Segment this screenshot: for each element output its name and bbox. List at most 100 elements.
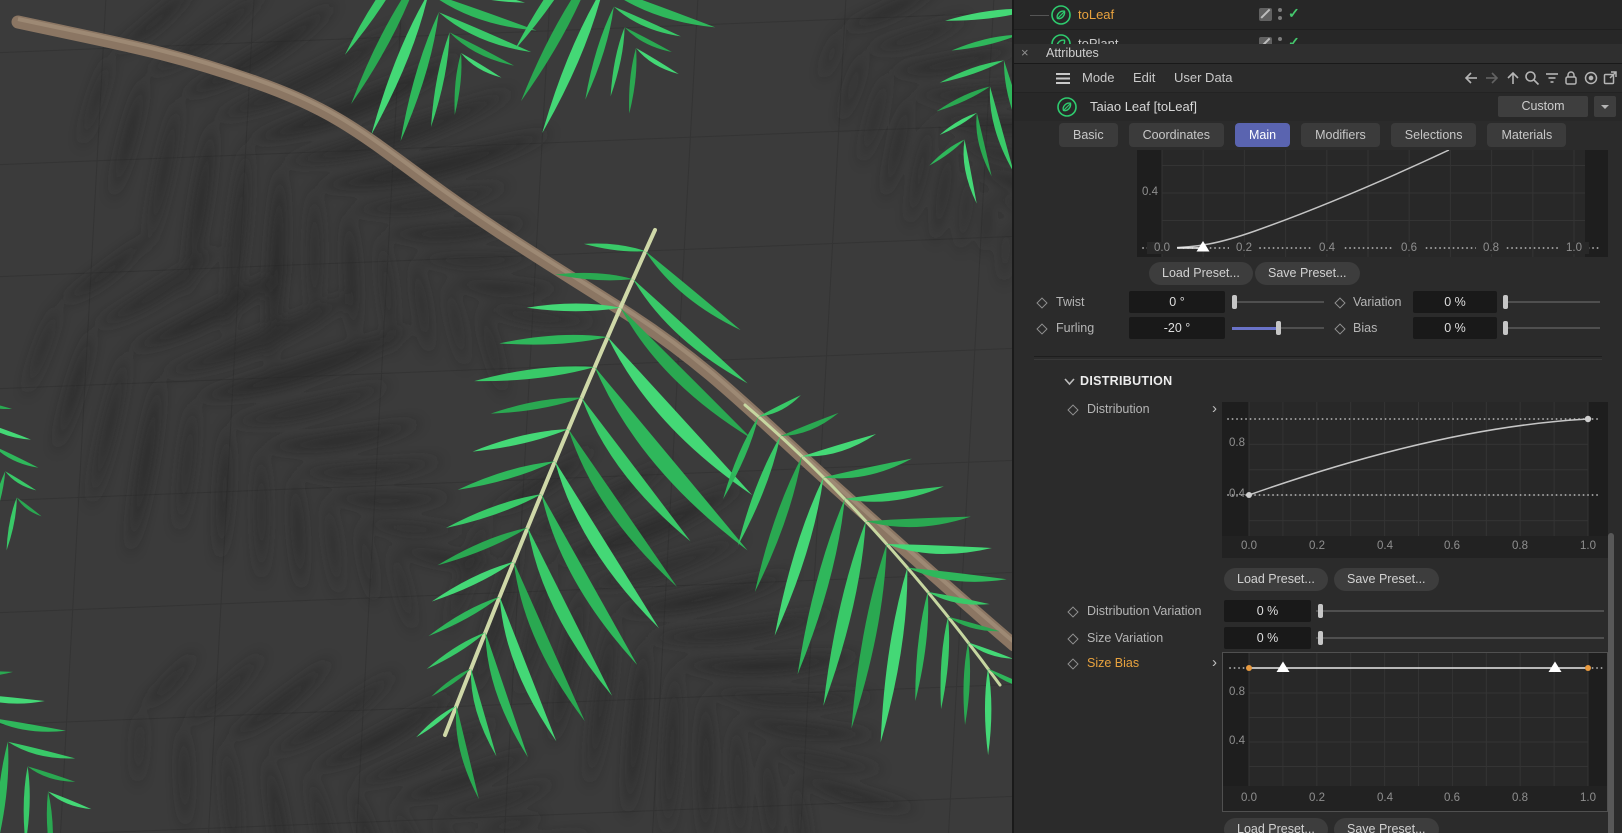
menu-mode[interactable]: Mode [1082, 70, 1115, 85]
section-title: DISTRIBUTION [1080, 374, 1173, 388]
preset-dropdown-arrow[interactable] [1594, 96, 1616, 117]
preset-dropdown[interactable]: Custom [1498, 96, 1588, 117]
distribution-variation-slider[interactable] [1316, 600, 1604, 622]
size-variation-slider[interactable] [1316, 627, 1604, 649]
x-tick: 0.2 [1309, 540, 1325, 552]
tab-coordinates[interactable]: Coordinates [1128, 123, 1224, 147]
enabled-checkmark-icon[interactable]: ✓ [1288, 5, 1300, 22]
distribution-curve-editor[interactable]: 0.8 0.4 0.0 0.2 0.4 0.6 0.8 1.0 [1222, 402, 1608, 558]
tab-selections[interactable]: Selections [1390, 123, 1477, 147]
save-preset-button[interactable]: Save Preset... [1334, 818, 1439, 833]
key-diamond-icon[interactable] [1334, 323, 1346, 335]
key-diamond-icon[interactable] [1036, 323, 1048, 335]
object-row-toleaf[interactable]: toLeaf ✓ [1014, 1, 1622, 29]
save-preset-button[interactable]: Save Preset... [1334, 568, 1439, 591]
falloff-curve[interactable] [1161, 150, 1450, 249]
twist-value-field[interactable]: 0 ° [1129, 291, 1225, 313]
param-label: Twist [1056, 295, 1085, 309]
x-tick: 0.2 [1229, 242, 1259, 254]
object-manager: toLeaf ✓ toPlant ✓ [1014, 0, 1622, 44]
param-row: Twist 0 ° Variation 0 % [1014, 291, 1622, 313]
x-tick: 0.6 [1394, 242, 1424, 254]
load-preset-button[interactable]: Load Preset... [1224, 818, 1328, 833]
section-divider [1034, 356, 1602, 360]
x-tick: 0.0 [1241, 540, 1257, 552]
bias-slider[interactable] [1503, 317, 1600, 339]
palm-scene [0, 0, 1014, 833]
key-diamond-icon[interactable] [1334, 297, 1346, 309]
enabled-checkmark-icon[interactable]: ✓ [1288, 34, 1300, 44]
key-diamond-icon[interactable] [1067, 404, 1079, 416]
curve-point[interactable] [1246, 492, 1252, 498]
x-tick: 1.0 [1580, 792, 1596, 804]
up-arrow-icon[interactable] [1505, 70, 1521, 86]
menu-edit[interactable]: Edit [1133, 70, 1155, 85]
twist-slider[interactable] [1232, 291, 1324, 313]
forward-arrow-icon[interactable] [1484, 70, 1500, 86]
x-tick: 0.8 [1512, 792, 1528, 804]
distribution-variation-value-field[interactable]: 0 % [1224, 600, 1311, 622]
object-name[interactable]: toPlant [1078, 36, 1118, 44]
key-diamond-icon[interactable] [1067, 606, 1079, 618]
object-name[interactable]: toLeaf [1078, 7, 1114, 22]
tab-main[interactable]: Main [1234, 123, 1291, 147]
distribution-section-header[interactable]: DISTRIBUTION [1014, 372, 1622, 392]
back-arrow-icon[interactable] [1463, 70, 1479, 86]
save-preset-button[interactable]: Save Preset... [1255, 262, 1360, 285]
curve-point[interactable] [1584, 415, 1592, 423]
close-icon[interactable]: × [1021, 45, 1029, 60]
filter-icon[interactable] [1544, 70, 1560, 86]
x-tick: 0.4 [1377, 540, 1393, 552]
search-icon[interactable] [1524, 70, 1540, 86]
x-tick: 0.2 [1309, 792, 1325, 804]
expand-arrow-icon[interactable]: › [1212, 655, 1217, 670]
param-row: Size Variation 0 % [1014, 627, 1622, 649]
hamburger-menu-icon[interactable] [1055, 72, 1071, 88]
attributes-panel: toLeaf ✓ toPlant ✓ × Attributes Mode Edi… [1014, 0, 1622, 833]
y-tick: 0.4 [1142, 186, 1158, 198]
layer-toggle-icon[interactable] [1259, 8, 1272, 21]
tab-modifiers[interactable]: Modifiers [1301, 123, 1380, 147]
param-row: Distribution Variation 0 % [1014, 600, 1622, 622]
curve-tangent-handle[interactable] [1548, 661, 1562, 673]
curve-point[interactable] [1585, 665, 1591, 671]
external-window-icon[interactable] [1602, 70, 1618, 86]
param-label: Furling [1056, 321, 1095, 335]
size-variation-value-field[interactable]: 0 % [1224, 627, 1311, 649]
target-icon[interactable] [1583, 70, 1599, 86]
expand-arrow-icon[interactable]: › [1212, 401, 1217, 416]
load-preset-button[interactable]: Load Preset... [1149, 262, 1253, 285]
curve-point[interactable] [1246, 665, 1252, 671]
visibility-dots-icon[interactable] [1278, 8, 1282, 22]
falloff-curve-editor[interactable]: 0.4 0.0 0.2 0.4 0.6 0.8 1.0 [1137, 150, 1608, 257]
x-tick: 0.8 [1476, 242, 1506, 254]
key-diamond-icon[interactable] [1036, 297, 1048, 309]
curve-tangent-handle[interactable] [1276, 661, 1290, 673]
chevron-down-icon [1064, 378, 1075, 386]
layer-toggle-icon[interactable] [1259, 37, 1272, 44]
attributes-menubar: Mode Edit User Data [1014, 64, 1622, 93]
bias-value-field[interactable]: 0 % [1413, 317, 1497, 339]
panel-scrollbar[interactable] [1608, 533, 1614, 833]
variation-value-field[interactable]: 0 % [1413, 291, 1497, 313]
key-diamond-icon[interactable] [1067, 633, 1079, 645]
attributes-titlebar: × Attributes [1014, 44, 1622, 64]
tab-basic[interactable]: Basic [1059, 123, 1118, 147]
furling-value-field[interactable]: -20 ° [1129, 317, 1225, 339]
menu-user-data[interactable]: User Data [1174, 70, 1233, 85]
viewport-3d[interactable] [0, 0, 1014, 833]
lock-icon[interactable] [1563, 70, 1579, 86]
visibility-dots-icon[interactable] [1278, 37, 1282, 44]
tab-materials[interactable]: Materials [1487, 123, 1567, 147]
x-tick: 0.0 [1147, 242, 1177, 254]
variation-slider[interactable] [1503, 291, 1600, 313]
key-diamond-icon[interactable] [1067, 658, 1079, 670]
size-bias-curve-editor[interactable]: 0.8 0.4 0.0 0.2 0.4 0.6 0.8 1.0 [1222, 652, 1608, 812]
object-row-toplant[interactable]: toPlant ✓ [1014, 30, 1622, 44]
furling-slider[interactable] [1232, 317, 1324, 339]
param-label: Distribution [1087, 402, 1150, 416]
load-preset-button[interactable]: Load Preset... [1224, 568, 1328, 591]
leaf-object-icon [1057, 97, 1077, 117]
x-tick: 0.4 [1377, 792, 1393, 804]
x-tick: 1.0 [1580, 540, 1596, 552]
